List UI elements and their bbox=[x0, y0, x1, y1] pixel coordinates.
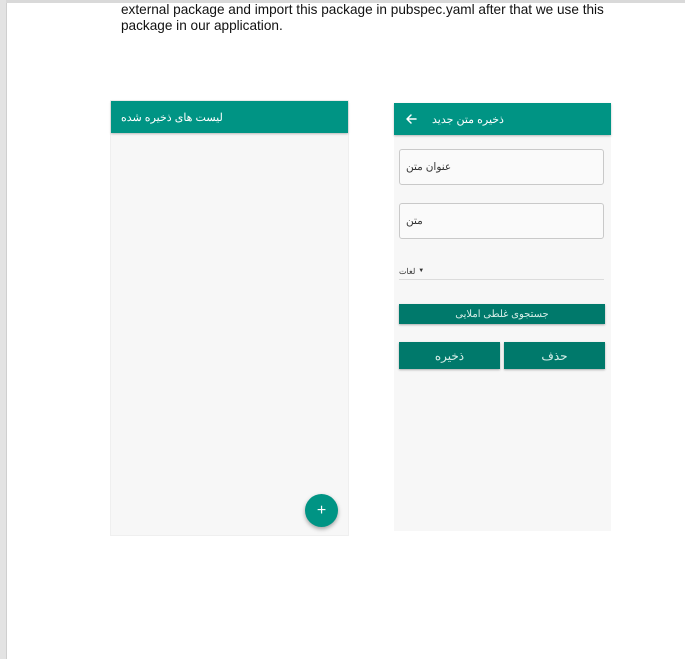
caret-down-icon: ▼ bbox=[418, 268, 425, 274]
document-page: external package and import this package… bbox=[0, 0, 685, 659]
arrow-left-icon[interactable] bbox=[404, 112, 418, 126]
new-text-appbar: ذخیره متن جدید bbox=[394, 103, 611, 135]
saved-list-appbar: لیست های ذخیره شده bbox=[111, 101, 348, 133]
document-line-1: external package and import this package… bbox=[121, 2, 604, 17]
saved-list-body: + bbox=[111, 133, 348, 535]
plus-icon: + bbox=[316, 501, 327, 519]
new-text-title: ذخیره متن جدید bbox=[432, 113, 504, 126]
title-input-label: عنوان متن bbox=[406, 161, 452, 173]
spell-check-label: جستجوی غلطی املایی bbox=[455, 308, 549, 320]
saved-list-screenshot: لیست های ذخیره شده + bbox=[111, 101, 348, 535]
saved-list-title: لیست های ذخیره شده bbox=[121, 111, 223, 124]
spell-check-button[interactable]: جستجوی غلطی املایی bbox=[399, 304, 605, 324]
language-dropdown-label: لغات bbox=[399, 266, 416, 276]
new-text-screenshot: ذخیره متن جدید عنوان متن متن لغات ▼ جستج… bbox=[394, 103, 611, 531]
document-line-2: package in our application. bbox=[121, 17, 283, 33]
add-text-fab[interactable]: + bbox=[305, 494, 338, 527]
text-input[interactable]: متن bbox=[399, 203, 604, 239]
delete-button[interactable]: حذف bbox=[504, 342, 605, 369]
save-button[interactable]: ذخیره bbox=[399, 342, 500, 369]
text-input-label: متن bbox=[406, 215, 423, 227]
language-dropdown[interactable]: لغات ▼ bbox=[399, 263, 604, 280]
page-left-border bbox=[0, 0, 7, 659]
save-label: ذخیره bbox=[434, 348, 465, 363]
title-input[interactable]: عنوان متن bbox=[399, 149, 604, 185]
delete-label: حذف bbox=[541, 348, 568, 363]
document-paragraph: external package and import this package… bbox=[121, 2, 621, 33]
